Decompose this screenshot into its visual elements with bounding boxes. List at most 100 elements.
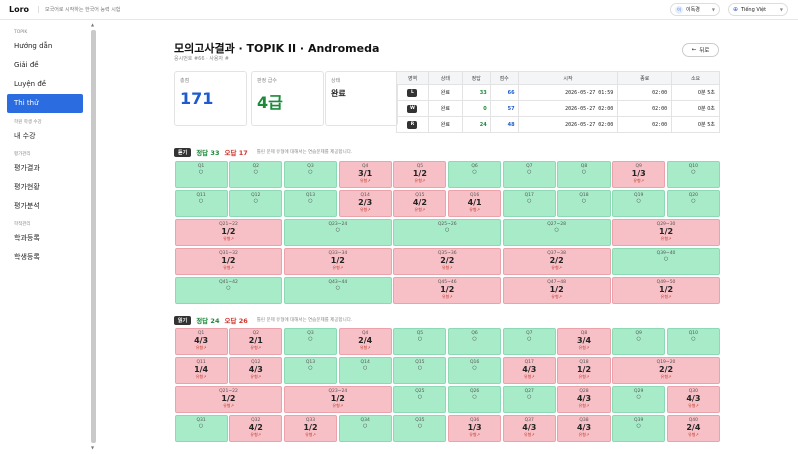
question-cell-q30[interactable]: Q30 4/3 유형↗ (666, 386, 720, 413)
question-cell-q2[interactable]: Q2 2/1 유형↗ (229, 328, 283, 355)
status-card: 상태 완료 (325, 71, 398, 126)
correct-mark-icon: ○ (472, 365, 477, 371)
question-cell-q45-46[interactable]: Q45~46 1/2 유형↗ (393, 277, 502, 304)
question-cell-q14[interactable]: Q14 2/3 유형↗ (338, 190, 392, 217)
sidebar-item-student-register[interactable]: 학생등록 (14, 248, 90, 267)
correct-mark-icon: ○ (581, 198, 587, 204)
question-type-link[interactable]: 유형↗ (668, 432, 719, 438)
sidebar-item-practice[interactable]: Luyện đề (14, 75, 90, 94)
scroll-down-icon[interactable]: ▼ (91, 445, 94, 450)
question-type-link[interactable]: 유형↗ (230, 374, 281, 380)
question-cell-q40[interactable]: Q40 2/4 유형↗ (666, 415, 720, 442)
question-type-link[interactable]: 유형↗ (340, 345, 391, 351)
question-type-link[interactable]: 유형↗ (613, 294, 719, 300)
sidebar-item-dept-register[interactable]: 학과등록 (14, 229, 90, 248)
question-type-link[interactable]: 유형↗ (176, 345, 227, 351)
correct-mark-icon: ○ (198, 169, 204, 175)
question-cell-q36[interactable]: Q36 1/3 유형↗ (448, 415, 502, 442)
question-cell-q37-38[interactable]: Q37~38 2/2 유형↗ (502, 248, 611, 275)
question-cell-q11[interactable]: Q11 1/4 유형↗ (174, 357, 228, 384)
question-cell-q19-20[interactable]: Q19~20 2/2 유형↗ (612, 357, 720, 384)
sidebar-item-eval-result[interactable]: 평가결과 (14, 159, 90, 178)
question-type-link[interactable]: 유형↗ (449, 432, 500, 438)
question-cell-q4[interactable]: Q4 3/1 유형↗ (338, 161, 392, 188)
question-type-link[interactable]: 유형↗ (285, 432, 336, 438)
app-logo[interactable]: Loro (9, 5, 29, 14)
sidebar-item-mock-test[interactable]: Thi thử (7, 94, 83, 113)
question-cell-q49-50[interactable]: Q49~50 1/2 유형↗ (612, 277, 720, 304)
question-cell-q32[interactable]: Q32 4/2 유형↗ (229, 415, 283, 442)
question-cell-q12[interactable]: Q12 4/3 유형↗ (229, 357, 283, 384)
question-type-link[interactable]: 유형↗ (558, 374, 609, 380)
question-type-link[interactable]: 유형↗ (340, 207, 391, 213)
question-cell-q21-22[interactable]: Q21~22 1/2 유형↗ (174, 219, 283, 246)
module-cell: 02:00 (617, 84, 673, 101)
sidebar-section-learn: 학원 학생 수강 (14, 120, 42, 125)
correct-mark-icon: ○ (472, 394, 477, 400)
question-type-link[interactable]: 유형↗ (394, 265, 500, 271)
question-cell-q27: Q27 ○ (502, 386, 556, 413)
question-cell-q47-48[interactable]: Q47~48 1/2 유형↗ (502, 277, 611, 304)
user-menu-button[interactable]: 이 이독경 ▼ (670, 3, 720, 16)
back-button[interactable]: ← 뒤로 (682, 43, 719, 57)
question-cell-q38[interactable]: Q38 4/3 유형↗ (557, 415, 611, 442)
answer-fraction: 4/3 (522, 423, 537, 432)
question-cell-q5[interactable]: Q5 1/2 유형↗ (393, 161, 447, 188)
question-type-link[interactable]: 유형↗ (285, 403, 391, 409)
question-cell-q31-32[interactable]: Q31~32 1/2 유형↗ (174, 248, 283, 275)
question-type-link[interactable]: 유형↗ (340, 178, 391, 184)
question-type-link[interactable]: 유형↗ (394, 207, 445, 213)
question-type-link[interactable]: 유형↗ (613, 374, 719, 380)
module-cell: R (396, 116, 429, 133)
question-type-link[interactable]: 유형↗ (394, 178, 445, 184)
question-cell-q29-30[interactable]: Q29~30 1/2 유형↗ (612, 219, 720, 246)
sidebar-item-my-course[interactable]: 내 수강 (14, 127, 90, 146)
question-type-link[interactable]: 유형↗ (230, 345, 281, 351)
question-type-link[interactable]: 유형↗ (176, 374, 227, 380)
language-select[interactable]: ⊕ Tiếng Việt ▼ (728, 3, 788, 16)
correct-mark-icon: ○ (308, 336, 313, 342)
sidebar-item-eval-status[interactable]: 평가현황 (14, 178, 90, 197)
question-type-link[interactable]: 유형↗ (449, 207, 500, 213)
answer-fraction: 1/2 (659, 227, 674, 236)
question-cell-q17[interactable]: Q17 4/3 유형↗ (502, 357, 556, 384)
question-type-link[interactable]: 유형↗ (613, 236, 719, 242)
question-type-link[interactable]: 유형↗ (558, 345, 609, 351)
question-type-link[interactable]: 유형↗ (176, 265, 282, 271)
question-cell-q4[interactable]: Q4 2/4 유형↗ (338, 328, 392, 355)
question-type-link[interactable]: 유형↗ (285, 265, 391, 271)
question-type-link[interactable]: 유형↗ (230, 432, 281, 438)
module-correct: 0 (483, 105, 487, 112)
question-cell-q21-22[interactable]: Q21~22 1/2 유형↗ (174, 386, 283, 413)
question-type-link[interactable]: 유형↗ (504, 374, 555, 380)
question-type-link[interactable]: 유형↗ (558, 432, 609, 438)
question-type-link[interactable]: 유형↗ (613, 178, 664, 184)
question-cell-q33[interactable]: Q33 1/2 유형↗ (283, 415, 338, 442)
question-cell-q33-34[interactable]: Q33~34 1/2 유형↗ (283, 248, 392, 275)
question-type-link[interactable]: 유형↗ (504, 432, 555, 438)
question-type-link[interactable]: 유형↗ (558, 403, 609, 409)
question-type-link[interactable]: 유형↗ (504, 294, 610, 300)
question-type-link[interactable]: 유형↗ (668, 403, 719, 409)
question-cell-q37[interactable]: Q37 4/3 유형↗ (502, 415, 556, 442)
question-cell-q16[interactable]: Q16 4/1 유형↗ (448, 190, 502, 217)
sidebar-item-solve[interactable]: Giải đề (14, 56, 90, 75)
question-type-link[interactable]: 유형↗ (176, 236, 282, 242)
question-cell-q9[interactable]: Q9 1/3 유형↗ (612, 161, 666, 188)
question-type-link[interactable]: 유형↗ (176, 403, 282, 409)
question-cell-q1[interactable]: Q1 4/3 유형↗ (174, 328, 228, 355)
question-cell-q23-24[interactable]: Q23~24 1/2 유형↗ (283, 386, 392, 413)
question-type-link[interactable]: 유형↗ (504, 265, 610, 271)
sidebar-item-guide[interactable]: Hướng dẫn (14, 37, 90, 56)
question-type-link[interactable]: 유형↗ (394, 294, 500, 300)
module-cell: 0분 5초 (671, 84, 720, 101)
total-score-label: 총점 (180, 78, 190, 84)
sidebar-item-eval-analysis[interactable]: 평가분석 (14, 197, 90, 216)
question-cell-q15[interactable]: Q15 4/2 유형↗ (393, 190, 447, 217)
question-cell-q8[interactable]: Q8 3/4 유형↗ (557, 328, 611, 355)
question-cell-q35-36[interactable]: Q35~36 2/2 유형↗ (393, 248, 502, 275)
sidebar-scrollbar[interactable] (91, 30, 96, 443)
question-cell-q18[interactable]: Q18 1/2 유형↗ (557, 357, 611, 384)
question-cell-q28[interactable]: Q28 4/3 유형↗ (557, 386, 611, 413)
scroll-up-icon[interactable]: ▲ (91, 22, 94, 27)
